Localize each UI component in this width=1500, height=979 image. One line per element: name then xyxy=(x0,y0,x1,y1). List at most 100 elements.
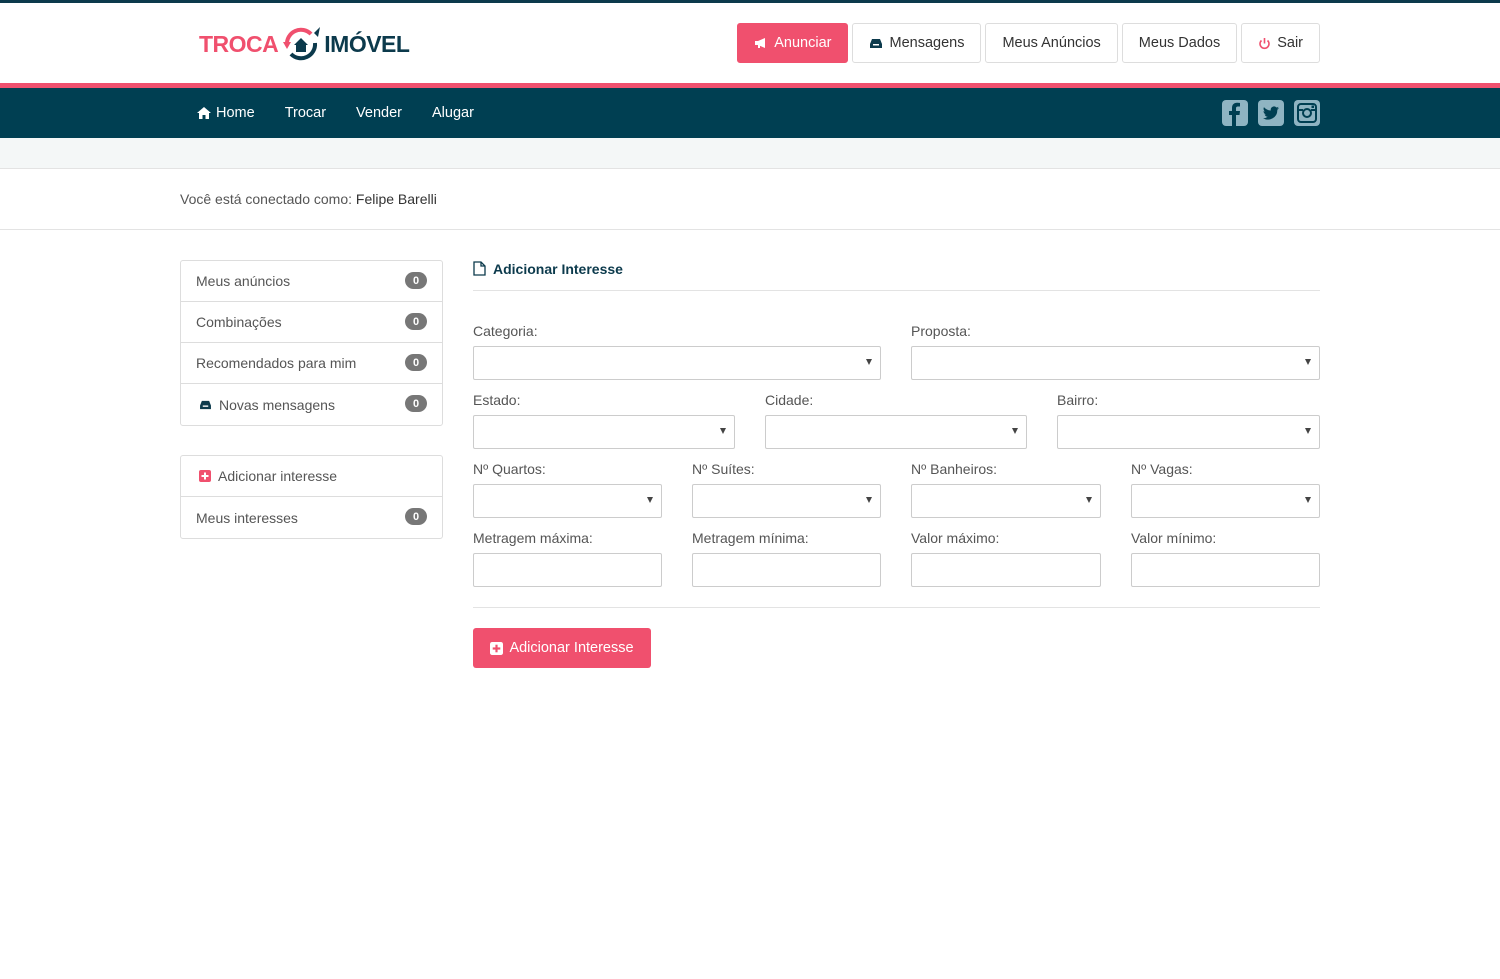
instagram-icon[interactable] xyxy=(1294,100,1320,126)
swap-house-icon xyxy=(283,27,321,61)
banheiros-select[interactable] xyxy=(911,484,1101,518)
count-badge: 0 xyxy=(405,508,427,525)
valor-minimo-field: Valor mínimo: xyxy=(1131,530,1320,587)
user-name[interactable]: Felipe Barelli xyxy=(356,191,437,207)
proposta-field: Proposta: xyxy=(911,323,1320,380)
vagas-field: Nº Vagas: xyxy=(1131,461,1320,518)
chevron-down-icon xyxy=(866,497,872,503)
quartos-select[interactable] xyxy=(473,484,662,518)
facebook-icon[interactable] xyxy=(1222,100,1248,126)
anunciar-button[interactable]: Anunciar xyxy=(737,23,849,63)
suites-select[interactable] xyxy=(692,484,881,518)
metragem-minima-input[interactable] xyxy=(692,553,881,587)
plus-square-icon xyxy=(490,641,504,655)
form-divider xyxy=(473,607,1320,608)
sidebar-item-label: Recomendados para mim xyxy=(196,355,357,371)
chevron-down-icon xyxy=(866,359,872,365)
sair-label: Sair xyxy=(1277,35,1303,51)
sidebar-item-label: Meus anúncios xyxy=(196,273,291,289)
plus-square-icon xyxy=(199,470,211,482)
bairro-label: Bairro: xyxy=(1057,392,1099,408)
valor-maximo-field: Valor máximo: xyxy=(911,530,1101,587)
nav-links: Home Trocar Vender Alugar xyxy=(197,88,504,138)
twitter-icon[interactable] xyxy=(1258,100,1284,126)
metragem-maxima-field: Metragem máxima: xyxy=(473,530,662,587)
megaphone-icon xyxy=(754,37,768,49)
top-actions: Anunciar Mensagens Meus Anúncios Meus Da… xyxy=(737,23,1320,63)
chevron-down-icon xyxy=(1305,359,1311,365)
sidebar-panel-anuncios: Meus anúncios 0 Combinações 0 Recomendad… xyxy=(180,260,443,426)
logo-word-imovel: IMÓVEL xyxy=(324,30,410,57)
logged-in-text: Você está conectado como: Felipe Barelli xyxy=(180,191,437,207)
cidade-field: Cidade: xyxy=(765,392,1027,449)
quartos-field: Nº Quartos: xyxy=(473,461,662,518)
meus-anuncios-label: Meus Anúncios xyxy=(1002,35,1101,51)
adicionar-interesse-label: Adicionar Interesse xyxy=(509,640,634,656)
vagas-label: Nº Vagas: xyxy=(1131,461,1193,477)
valor-minimo-input[interactable] xyxy=(1131,553,1320,587)
estado-label: Estado: xyxy=(473,392,521,408)
nav-trocar[interactable]: Trocar xyxy=(285,105,326,121)
form-title-label: Adicionar Interesse xyxy=(493,261,623,277)
power-icon xyxy=(1258,37,1271,50)
chevron-down-icon xyxy=(1012,428,1018,434)
chevron-down-icon xyxy=(720,428,726,434)
mensagens-label: Mensagens xyxy=(889,35,965,51)
meus-anuncios-button[interactable]: Meus Anúncios xyxy=(985,23,1118,63)
inbox-icon xyxy=(869,38,883,49)
valor-maximo-input[interactable] xyxy=(911,553,1101,587)
chevron-down-icon xyxy=(1086,497,1092,503)
logged-in-prefix: Você está conectado como: xyxy=(180,191,352,207)
cidade-label: Cidade: xyxy=(765,392,814,408)
sidebar-item-combinacoes[interactable]: Combinações 0 xyxy=(181,302,442,343)
nav-alugar[interactable]: Alugar xyxy=(432,105,474,121)
bairro-select[interactable] xyxy=(1057,415,1320,449)
sidebar-item-recomendados[interactable]: Recomendados para mim 0 xyxy=(181,343,442,384)
sidebar-item-label: Combinações xyxy=(196,314,282,330)
form-title: Adicionar Interesse xyxy=(473,260,1320,291)
main-navbar: Home Trocar Vender Alugar xyxy=(0,88,1500,138)
sidebar-item-novas-mensagens[interactable]: Novas mensagens 0 xyxy=(181,384,442,425)
count-badge: 0 xyxy=(405,395,427,412)
estado-field: Estado: xyxy=(473,392,735,449)
categoria-select[interactable] xyxy=(473,346,881,380)
vagas-select[interactable] xyxy=(1131,484,1320,518)
interest-form-header: Adicionar Interesse xyxy=(473,260,1320,291)
sidebar-item-adicionar-interesse[interactable]: Adicionar interesse xyxy=(181,456,442,497)
inbox-icon xyxy=(199,400,212,410)
proposta-select[interactable] xyxy=(911,346,1320,380)
metragem-maxima-label: Metragem máxima: xyxy=(473,530,593,546)
sidebar-item-meus-interesses[interactable]: Meus interesses 0 xyxy=(181,497,442,538)
anunciar-label: Anunciar xyxy=(774,35,832,51)
metragem-maxima-input[interactable] xyxy=(473,553,662,587)
valor-maximo-label: Valor máximo: xyxy=(911,530,1000,546)
sidebar-item-meus-anuncios[interactable]: Meus anúncios 0 xyxy=(181,261,442,302)
sair-button[interactable]: Sair xyxy=(1241,23,1320,63)
nav-home[interactable]: Home xyxy=(197,105,255,121)
sidebar-item-label: Adicionar interesse xyxy=(218,468,338,484)
social-links xyxy=(1222,100,1320,126)
adicionar-interesse-button[interactable]: Adicionar Interesse xyxy=(473,628,651,668)
nav-home-label: Home xyxy=(216,105,255,121)
meus-dados-label: Meus Dados xyxy=(1138,35,1221,51)
cidade-select[interactable] xyxy=(765,415,1027,449)
suites-field: Nº Suítes: xyxy=(692,461,881,518)
metragem-minima-field: Metragem mínima: xyxy=(692,530,881,587)
meus-dados-button[interactable]: Meus Dados xyxy=(1121,23,1238,63)
sidebar-item-label: Meus interesses xyxy=(196,509,298,526)
count-badge: 0 xyxy=(405,354,427,371)
file-icon xyxy=(473,261,486,276)
suites-label: Nº Suítes: xyxy=(692,461,755,477)
chevron-down-icon xyxy=(1305,428,1311,434)
banheiros-field: Nº Banheiros: xyxy=(911,461,1101,518)
subheader-strip xyxy=(0,138,1500,169)
nav-vender[interactable]: Vender xyxy=(356,105,402,121)
logo[interactable]: TROCA IMÓVEL xyxy=(199,23,410,65)
proposta-label: Proposta: xyxy=(911,323,971,339)
metragem-minima-label: Metragem mínima: xyxy=(692,530,809,546)
home-icon xyxy=(197,107,211,119)
mensagens-button[interactable]: Mensagens xyxy=(852,23,982,63)
estado-select[interactable] xyxy=(473,415,735,449)
user-status-bar: Você está conectado como: Felipe Barelli xyxy=(0,169,1500,230)
sidebar-panel-interesses: Adicionar interesse Meus interesses 0 xyxy=(180,455,443,539)
